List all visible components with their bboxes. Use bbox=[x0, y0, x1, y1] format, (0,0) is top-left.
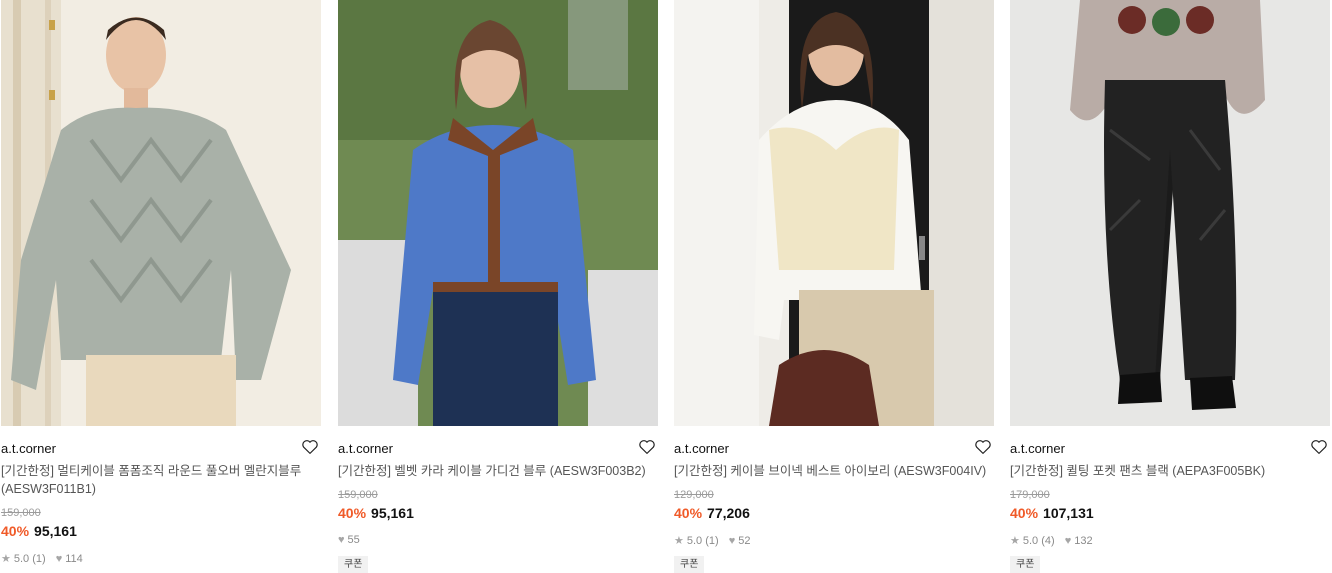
likes-count: 114 bbox=[65, 552, 83, 565]
review-likes-row: ★ 5.0 (1) ♥ 52 bbox=[674, 534, 751, 548]
product-card[interactable]: a.t.corner [기간한정] 퀼팅 포켓 팬츠 블랙 (AEPA3F005… bbox=[1010, 0, 1330, 573]
price-row: 40% 107,131 bbox=[1010, 505, 1094, 521]
likes-count: 55 bbox=[347, 534, 360, 546]
likes-heart-icon: ♥ bbox=[55, 552, 63, 565]
wishlist-heart-icon[interactable] bbox=[1310, 438, 1328, 456]
product-photo bbox=[1, 0, 321, 426]
likes-heart-icon: ♥ bbox=[1064, 534, 1072, 547]
product-card[interactable]: a.t.corner [기간한정] 케이블 브이넥 베스트 아이보리 (AESW… bbox=[674, 0, 994, 573]
review-count: (1) bbox=[705, 534, 719, 547]
wishlist-heart-icon[interactable] bbox=[974, 438, 992, 456]
star-icon: ★ bbox=[674, 535, 684, 547]
discount-rate: 40% bbox=[1, 523, 30, 539]
product-name[interactable]: [기간한정] 케이블 브이넥 베스트 아이보리 (AESW3F004IV) bbox=[674, 462, 992, 480]
sale-price: 95,161 bbox=[34, 523, 77, 539]
price-row: 40% 95,161 bbox=[1, 523, 77, 539]
likes-heart-icon: ♥ bbox=[728, 534, 736, 547]
coupon-badge: 쿠폰 bbox=[1010, 556, 1041, 573]
star-icon: ★ bbox=[1010, 535, 1020, 547]
likes-count: 52 bbox=[738, 534, 751, 547]
product-card[interactable]: a.t.corner [기간한정] 벨벳 카라 케이블 가디건 블루 (AESW… bbox=[338, 0, 658, 573]
product-grid: a.t.corner [기간한정] 멀티케이블 폼폼조직 라운드 풀오버 멜란지… bbox=[0, 0, 1332, 573]
product-image[interactable] bbox=[1, 0, 321, 426]
wishlist-heart-icon[interactable] bbox=[638, 438, 656, 456]
product-card[interactable]: a.t.corner [기간한정] 멀티케이블 폼폼조직 라운드 풀오버 멜란지… bbox=[1, 0, 321, 572]
wishlist-heart-icon[interactable] bbox=[301, 438, 319, 456]
brand-name[interactable]: a.t.corner bbox=[1, 441, 56, 456]
likes-count: 132 bbox=[1074, 534, 1093, 547]
price-row: 40% 77,206 bbox=[674, 505, 750, 521]
coupon-badge: 쿠폰 bbox=[674, 556, 705, 573]
coupon-badge: 쿠폰 bbox=[338, 556, 369, 573]
star-icon: ★ bbox=[1, 553, 11, 565]
product-name[interactable]: [기간한정] 멀티케이블 폼폼조직 라운드 풀오버 멜란지블루 (AESW3F0… bbox=[1, 462, 319, 498]
rating: 5.0 bbox=[13, 552, 30, 565]
original-price: 159,000 bbox=[1, 507, 41, 519]
original-price: 159,000 bbox=[338, 489, 378, 501]
product-photo bbox=[1010, 0, 1330, 426]
brand-name[interactable]: a.t.corner bbox=[1010, 441, 1065, 456]
likes-row: ♥ 55 bbox=[338, 534, 360, 546]
product-image[interactable] bbox=[674, 0, 994, 426]
review-likes-row: ★ 5.0 (4) ♥ 132 bbox=[1010, 534, 1093, 548]
discount-rate: 40% bbox=[1010, 505, 1039, 521]
review-count: (4) bbox=[1041, 534, 1055, 547]
likes-heart-icon: ♥ bbox=[338, 534, 345, 546]
product-image[interactable] bbox=[1010, 0, 1330, 426]
price-row: 40% 95,161 bbox=[338, 505, 414, 521]
review-count: (1) bbox=[32, 552, 46, 565]
brand-name[interactable]: a.t.corner bbox=[338, 441, 393, 456]
sale-price: 107,131 bbox=[1043, 505, 1094, 521]
sale-price: 95,161 bbox=[371, 505, 414, 521]
product-image[interactable] bbox=[338, 0, 658, 426]
rating: 5.0 bbox=[686, 534, 703, 547]
discount-rate: 40% bbox=[674, 505, 703, 521]
review-likes-row: ★ 5.0 (1) ♥ 114 bbox=[1, 552, 83, 566]
product-name[interactable]: [기간한정] 벨벳 카라 케이블 가디건 블루 (AESW3F003B2) bbox=[338, 462, 656, 480]
product-name[interactable]: [기간한정] 퀼팅 포켓 팬츠 블랙 (AEPA3F005BK) bbox=[1010, 462, 1328, 480]
rating: 5.0 bbox=[1022, 534, 1039, 547]
original-price: 179,000 bbox=[1010, 489, 1050, 501]
original-price: 129,000 bbox=[674, 489, 714, 501]
product-photo bbox=[338, 0, 658, 426]
discount-rate: 40% bbox=[338, 505, 367, 521]
sale-price: 77,206 bbox=[707, 505, 750, 521]
brand-name[interactable]: a.t.corner bbox=[674, 441, 729, 456]
product-photo bbox=[674, 0, 994, 426]
